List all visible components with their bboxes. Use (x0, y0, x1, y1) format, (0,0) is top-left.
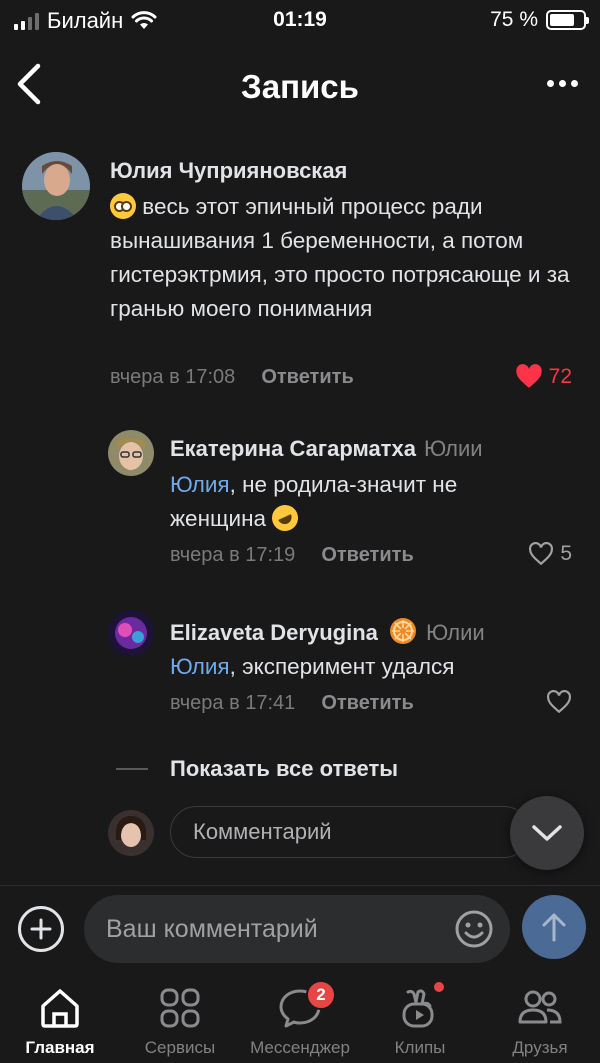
comment-text-body: весь этот эпичный процесс ради вынашиван… (110, 194, 570, 321)
tab-services[interactable]: Сервисы (120, 984, 240, 1058)
tab-clips[interactable]: Клипы (360, 982, 480, 1058)
battery-percent: 75 % (490, 8, 538, 31)
heart-outline-icon (547, 690, 571, 714)
divider (116, 768, 148, 770)
more-dots-icon (547, 80, 554, 87)
like-button[interactable] (546, 690, 572, 714)
tab-label: Мессенджер (250, 1038, 350, 1057)
page-title: Запись (241, 68, 359, 105)
services-grid-icon (160, 988, 200, 1028)
heart-filled-icon (515, 364, 542, 388)
tab-label: Главная (25, 1038, 95, 1057)
friends-icon (518, 990, 562, 1024)
tab-label: Сервисы (144, 1038, 216, 1057)
tab-label: Клипы (394, 1038, 446, 1057)
avatar-image (108, 430, 154, 476)
like-button[interactable]: 72 (515, 364, 572, 389)
attach-button[interactable] (18, 906, 64, 952)
reply-button[interactable]: Ответить (321, 544, 413, 566)
comment-time: вчера в 17:08 (110, 366, 236, 388)
avatar-image (108, 610, 154, 656)
smile-icon[interactable] (454, 909, 494, 949)
arrow-up-icon (542, 913, 566, 942)
send-button[interactable] (522, 895, 586, 959)
show-all-replies-button[interactable]: Показать все ответы (170, 756, 398, 782)
comment-meta: вчера в 17:19 Ответить (170, 544, 414, 567)
clips-icon (402, 989, 434, 1028)
comment-time: вчера в 17:41 (170, 692, 296, 714)
home-icon (41, 989, 79, 1028)
battery-icon (546, 10, 589, 30)
new-indicator-dot (434, 982, 444, 992)
tab-friends[interactable]: Друзья (480, 984, 600, 1058)
scroll-down-button[interactable] (510, 796, 584, 870)
orange-wheel-emoji (390, 618, 416, 644)
comment-meta: вчера в 17:08 Ответить (110, 366, 354, 389)
avatar[interactable] (108, 430, 154, 476)
heart-outline-icon (529, 542, 554, 566)
like-button[interactable]: 5 (528, 542, 572, 566)
reply-button[interactable]: Ответить (261, 366, 353, 388)
chevron-down-icon (532, 825, 562, 841)
more-button[interactable] (547, 80, 578, 87)
comment-author-line: Екатерина Сагарматха Юлии (170, 436, 483, 462)
comment-author[interactable]: Екатерина Сагарматха (170, 436, 416, 461)
flushed-face-emoji (110, 193, 136, 219)
battery-info: 75 % (490, 8, 589, 32)
comment-text: весь этот эпичный процесс ради вынашиван… (110, 190, 580, 326)
avatar[interactable] (108, 610, 154, 656)
comment-meta: вчера в 17:41 Ответить (170, 692, 414, 715)
comment-time: вчера в 17:19 (170, 544, 296, 566)
comment-text: Юлия, эксперимент удался (170, 650, 570, 684)
avatar-image (108, 810, 154, 856)
reply-comment-input[interactable]: Комментарий (170, 806, 530, 858)
avatar[interactable] (22, 152, 90, 220)
plus-icon (30, 918, 52, 940)
reply-to: Юлии (423, 436, 483, 461)
rofl-emoji (268, 500, 303, 536)
reply-button[interactable]: Ответить (321, 692, 413, 714)
like-count: 72 (548, 364, 572, 388)
comment-text: Юлия, не родила-значит не женщина (170, 468, 550, 536)
mention-link[interactable]: Юлия (170, 654, 230, 679)
tab-home[interactable]: Главная (0, 984, 120, 1058)
comment-text-body: , эксперимент удался (229, 654, 455, 679)
avatar-image (22, 152, 90, 220)
my-avatar (108, 810, 154, 856)
like-count: 5 (560, 542, 572, 565)
comment-input[interactable]: Ваш комментарий (84, 895, 510, 963)
comment-input-placeholder: Ваш комментарий (106, 914, 318, 943)
tab-label: Друзья (512, 1038, 568, 1057)
reply-to: Юлии (426, 620, 485, 645)
mention-link[interactable]: Юлия (170, 472, 230, 497)
unread-badge: 2 (306, 980, 336, 1010)
status-bar: Билайн 01:19 75 % (0, 0, 600, 40)
comment-author[interactable]: Elizaveta Deryugina (170, 620, 378, 645)
comment-author-line: Elizaveta Deryugina Юлии (170, 616, 485, 646)
comment-author[interactable]: Юлия Чуприяновская (110, 158, 347, 184)
tab-messenger[interactable]: 2 Мессенджер (240, 980, 360, 1058)
